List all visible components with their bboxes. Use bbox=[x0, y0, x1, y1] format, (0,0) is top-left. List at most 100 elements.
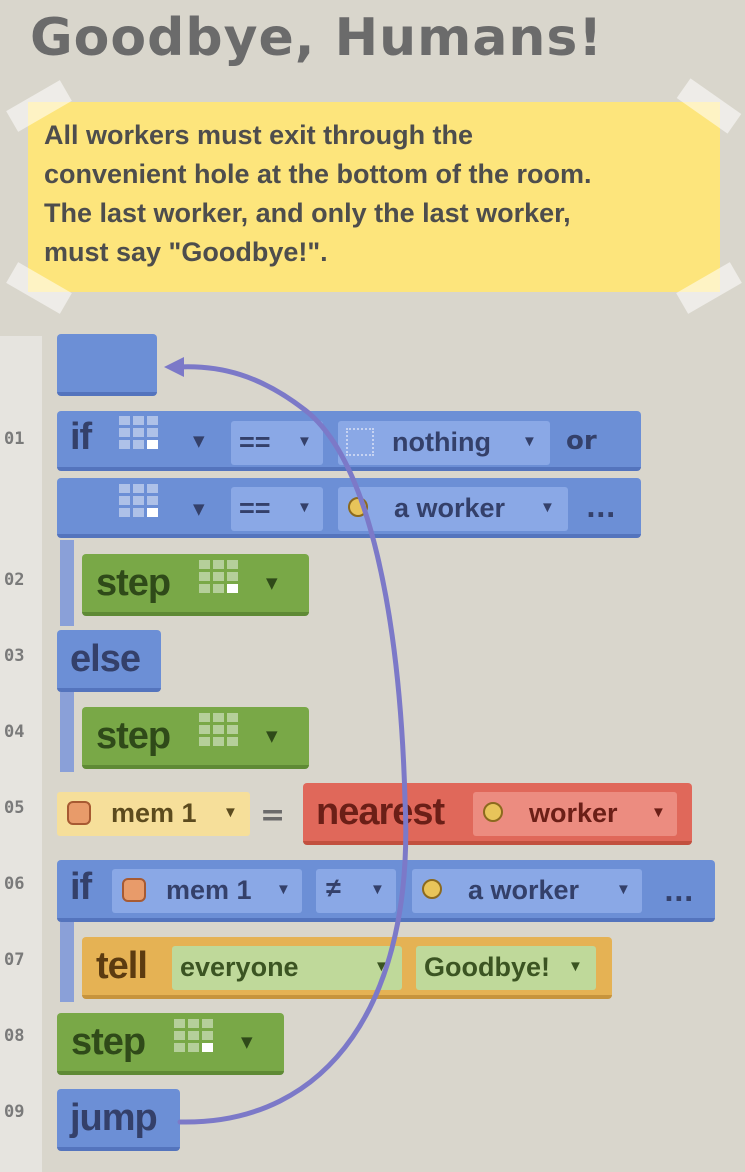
chevron-down-icon[interactable]: ▼ bbox=[266, 574, 278, 592]
memory-barrel-icon bbox=[122, 878, 146, 902]
grid-cell bbox=[199, 725, 210, 734]
direction-grid-icon[interactable] bbox=[174, 1019, 213, 1052]
mem-1-label: mem 1 bbox=[111, 798, 197, 828]
everyone-dropdown[interactable]: everyone ▼ bbox=[172, 946, 402, 990]
direction-grid-icon[interactable] bbox=[119, 416, 158, 449]
grid-cell bbox=[188, 1043, 199, 1052]
line-number: 01 bbox=[4, 429, 25, 449]
line-number: 03 bbox=[4, 646, 25, 666]
tell-keyword: tell bbox=[96, 945, 148, 987]
grid-cell bbox=[213, 584, 224, 593]
grid-cell bbox=[213, 572, 224, 581]
worker-dropdown[interactable]: worker ▼ bbox=[473, 792, 677, 836]
mem-1-slot[interactable]: mem 1 ▼ bbox=[112, 869, 302, 913]
grid-cell bbox=[213, 737, 224, 746]
grid-cell bbox=[227, 725, 238, 734]
nothing-dropdown[interactable]: nothing ▼ bbox=[338, 421, 550, 465]
nearest-keyword: nearest bbox=[316, 791, 445, 833]
grid-cell bbox=[119, 496, 130, 505]
everyone-label: everyone bbox=[180, 952, 299, 982]
chevron-down-icon[interactable]: ▼ bbox=[193, 500, 205, 518]
more-options[interactable]: ... bbox=[586, 494, 616, 524]
memory-barrel-icon bbox=[67, 801, 91, 825]
chevron-down-icon[interactable]: ▼ bbox=[193, 432, 205, 450]
grid-cell bbox=[202, 1043, 213, 1052]
comparison-operator[interactable]: ≠ ▼ bbox=[316, 869, 396, 913]
worker-head-icon bbox=[483, 802, 503, 822]
worker-head-icon bbox=[422, 879, 442, 899]
grid-cell bbox=[147, 440, 158, 449]
chevron-down-icon[interactable]: ▼ bbox=[241, 1033, 253, 1051]
direction-grid-icon[interactable] bbox=[199, 713, 238, 746]
chevron-down-icon[interactable]: ▼ bbox=[266, 727, 278, 745]
if-keyword: if bbox=[70, 866, 92, 908]
grid-cell bbox=[147, 416, 158, 425]
else-body-bar bbox=[60, 692, 74, 772]
direction-grid-icon[interactable] bbox=[119, 484, 158, 517]
grid-cell bbox=[227, 713, 238, 722]
grid-cell bbox=[199, 737, 210, 746]
grid-cell bbox=[147, 428, 158, 437]
instruction-note: All workers must exit through the conven… bbox=[6, 78, 742, 314]
grid-cell bbox=[174, 1043, 185, 1052]
if-body-bar bbox=[60, 922, 74, 1002]
instruction-text: All workers must exit through the conven… bbox=[44, 120, 592, 267]
grid-cell bbox=[147, 508, 158, 517]
direction-grid-icon[interactable] bbox=[199, 560, 238, 593]
operator-label: == bbox=[239, 427, 271, 457]
line-number: 04 bbox=[4, 722, 25, 742]
mem-1-label: mem 1 bbox=[166, 875, 252, 905]
grid-cell bbox=[133, 484, 144, 493]
grid-cell bbox=[119, 428, 130, 437]
jump-target-label[interactable] bbox=[57, 334, 157, 396]
grid-cell bbox=[227, 737, 238, 746]
grid-cell bbox=[227, 572, 238, 581]
grid-cell bbox=[199, 584, 210, 593]
grid-cell bbox=[188, 1019, 199, 1028]
chevron-down-icon: ▼ bbox=[370, 881, 385, 898]
jump-keyword: jump bbox=[70, 1097, 158, 1139]
comparison-operator[interactable]: == ▼ bbox=[231, 421, 323, 465]
grid-cell bbox=[133, 496, 144, 505]
grid-cell bbox=[133, 416, 144, 425]
chevron-down-icon: ▼ bbox=[540, 499, 555, 516]
line-number: 05 bbox=[4, 798, 25, 818]
operator-label: == bbox=[239, 493, 271, 523]
grid-cell bbox=[202, 1019, 213, 1028]
grid-cell bbox=[199, 572, 210, 581]
line-number: 09 bbox=[4, 1102, 25, 1122]
grid-cell bbox=[199, 713, 210, 722]
empty-square-icon bbox=[346, 428, 374, 456]
operator-label: ≠ bbox=[326, 873, 341, 903]
more-options[interactable]: ... bbox=[664, 878, 694, 908]
mem-1-slot[interactable]: mem 1 ▼ bbox=[57, 792, 250, 836]
grid-cell bbox=[133, 440, 144, 449]
grid-cell bbox=[213, 713, 224, 722]
grid-cell bbox=[227, 560, 238, 569]
grid-cell bbox=[133, 428, 144, 437]
line-number: 02 bbox=[4, 570, 25, 590]
step-keyword: step bbox=[71, 1021, 146, 1063]
chevron-down-icon: ▼ bbox=[297, 499, 312, 516]
jump-arrow-head bbox=[164, 357, 184, 377]
or-keyword: or bbox=[566, 426, 597, 456]
message-dropdown[interactable]: Goodbye! ▼ bbox=[416, 946, 596, 990]
step-keyword: step bbox=[96, 715, 171, 757]
grid-cell bbox=[147, 496, 158, 505]
else-keyword: else bbox=[70, 638, 141, 680]
comparison-operator[interactable]: == ▼ bbox=[231, 487, 323, 531]
grid-cell bbox=[147, 484, 158, 493]
worker-dropdown[interactable]: a worker ▼ bbox=[412, 869, 642, 913]
a-worker-label: a worker bbox=[394, 493, 506, 523]
chevron-down-icon: ▼ bbox=[651, 804, 666, 821]
worker-dropdown[interactable]: a worker ▼ bbox=[338, 487, 568, 531]
if-keyword: if bbox=[70, 416, 92, 458]
line-number: 08 bbox=[4, 1026, 25, 1046]
worker-head-icon bbox=[348, 497, 368, 517]
grid-cell bbox=[119, 416, 130, 425]
grid-cell bbox=[188, 1031, 199, 1040]
chevron-down-icon: ▼ bbox=[374, 958, 389, 975]
chevron-down-icon: ▼ bbox=[297, 433, 312, 450]
grid-cell bbox=[133, 508, 144, 517]
level-title: Goodbye, Humans! bbox=[30, 8, 604, 68]
